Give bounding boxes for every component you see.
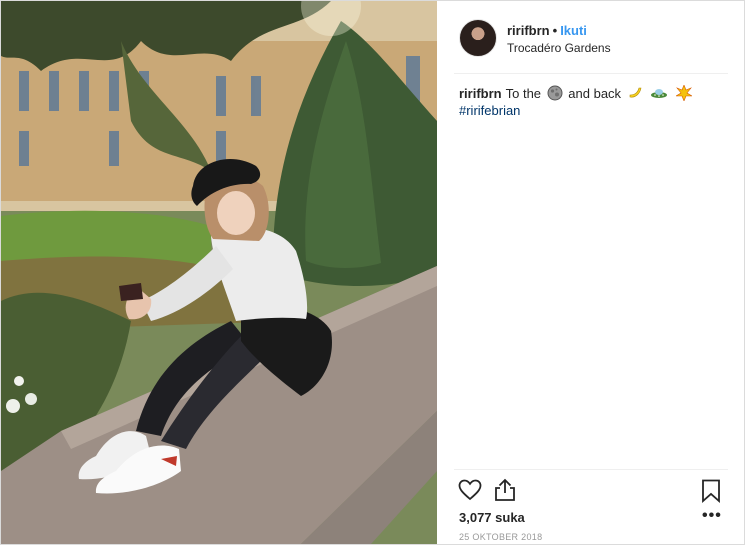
avatar[interactable] xyxy=(459,19,497,57)
heart-icon[interactable] xyxy=(458,479,482,501)
username-link[interactable]: ririfbrn xyxy=(507,23,550,38)
full-moon-emoji-icon xyxy=(547,85,563,101)
caption-text-end: and back xyxy=(568,86,622,101)
post-photo[interactable] xyxy=(1,1,437,544)
post-caption: ririfbrn To the and back #ririfebrian xyxy=(459,85,729,119)
likes-count[interactable]: 3,077 suka xyxy=(459,510,525,525)
username-line: ririfbrn • Ikuti xyxy=(507,23,587,38)
header-divider xyxy=(454,73,728,74)
instagram-post: ririfbrn • Ikuti Trocadéro Gardens ririfbr… xyxy=(0,0,745,545)
banana-emoji-icon xyxy=(629,87,642,98)
actions-divider xyxy=(454,469,728,470)
post-details-panel: ririfbrn • Ikuti Trocadéro Gardens ririfbr… xyxy=(438,1,744,544)
caption-username[interactable]: ririfbrn xyxy=(459,86,502,101)
post-header: ririfbrn • Ikuti Trocadéro Gardens xyxy=(438,1,744,73)
collision-emoji-icon xyxy=(675,85,692,101)
flying-saucer-emoji-icon xyxy=(651,89,668,98)
bookmark-icon[interactable] xyxy=(701,479,721,503)
hashtag-link[interactable]: #ririfebrian xyxy=(459,102,729,119)
post-date[interactable]: 25 OKTOBER 2018 xyxy=(459,532,542,542)
more-options-button[interactable]: ••• xyxy=(702,507,722,525)
follow-button[interactable]: Ikuti xyxy=(560,23,587,38)
photo-illustration xyxy=(1,1,437,544)
caption-text-start: To the xyxy=(505,86,542,101)
share-icon[interactable] xyxy=(494,478,516,502)
location-link[interactable]: Trocadéro Gardens xyxy=(507,41,611,55)
separator-dot: • xyxy=(552,23,558,38)
